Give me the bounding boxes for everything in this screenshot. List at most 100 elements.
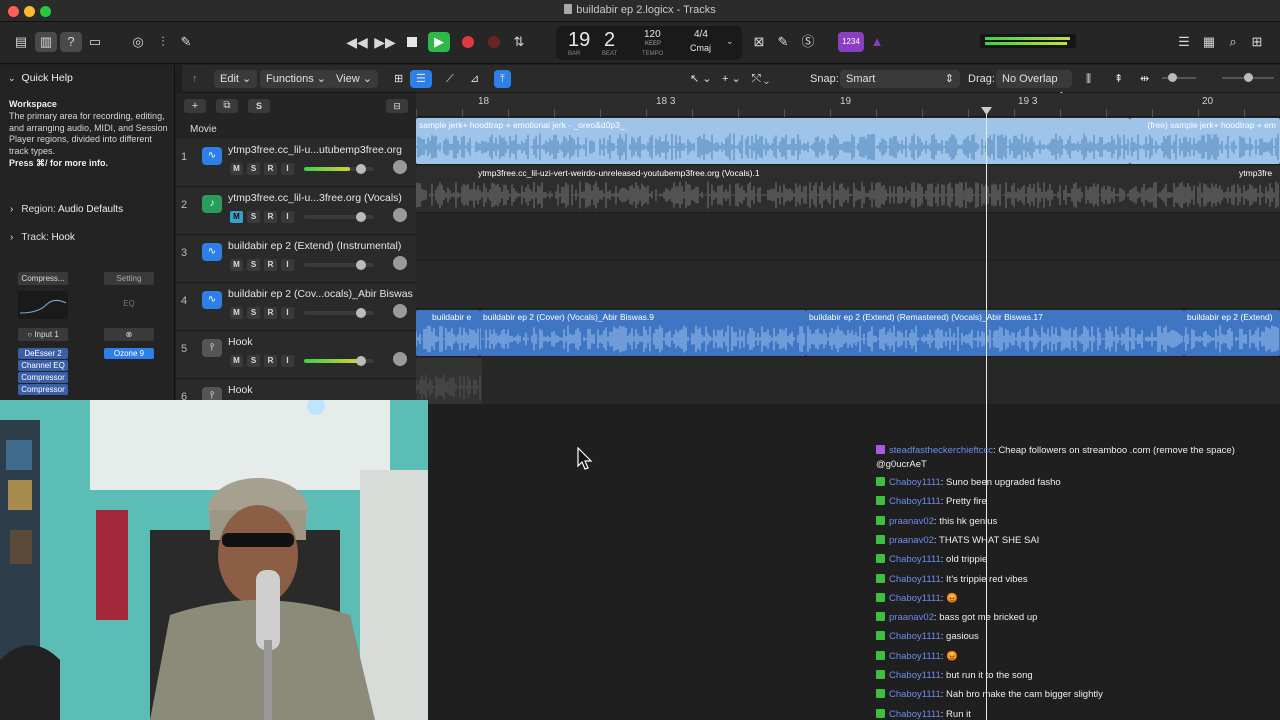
channel-strip-eq[interactable]: EQ: [104, 299, 154, 308]
solo-button[interactable]: S: [247, 259, 260, 271]
view-menu[interactable]: View ⌄: [330, 70, 378, 88]
smart-controls-icon[interactable]: ◎: [127, 32, 149, 52]
rewind-icon[interactable]: ◀◀: [346, 32, 368, 52]
pan-knob[interactable]: [393, 208, 407, 222]
audio-region[interactable]: buildabir ep 2 (Extend) (Remastered) (Vo…: [806, 310, 1184, 356]
play-icon[interactable]: ▶: [428, 32, 450, 52]
record-enable-button[interactable]: R: [264, 163, 277, 175]
tuner-icon[interactable]: ⊠: [748, 32, 770, 52]
link-icon[interactable]: ⊗: [104, 328, 154, 341]
chat-username[interactable]: Chaboy1111: [889, 631, 941, 642]
track-inspector-row[interactable]: › Track: Hook: [10, 232, 75, 243]
solo-button[interactable]: S: [247, 211, 260, 223]
waveform-zoom-icon[interactable]: ⫼: [1080, 70, 1097, 88]
input-monitor-button[interactable]: I: [281, 259, 294, 271]
solo-button[interactable]: S: [247, 307, 260, 319]
channel-strip-setting[interactable]: Setting: [104, 272, 154, 285]
track-header[interactable]: 2 ♪ ytmp3free.cc_lil-u...3free.org (Vocals…: [176, 187, 416, 235]
marquee-tool-icon[interactable]: ⤲ ⌄: [746, 70, 775, 88]
cycle-icon[interactable]: ⇅: [508, 32, 530, 52]
audio-region[interactable]: buildabir ep 2 (Cover) (Vocals)_Abir Bis…: [480, 310, 806, 356]
fader-thumb[interactable]: [356, 308, 366, 318]
list-view-icon[interactable]: ☰: [410, 70, 432, 88]
track-name[interactable]: Hook: [228, 384, 413, 396]
track-header[interactable]: 4 ∿ buildabir ep 2 (Cov...ocals)_Abir Bisw…: [176, 283, 416, 331]
volume-fader[interactable]: [304, 356, 374, 366]
volume-fader[interactable]: [304, 308, 374, 318]
snap-select[interactable]: Smart ⇕: [840, 70, 960, 88]
record-icon[interactable]: [457, 32, 479, 52]
pan-knob[interactable]: [393, 256, 407, 270]
track-name[interactable]: ytmp3free.cc_lil-u...3free.org (Vocals): [228, 192, 413, 204]
list-editors-icon[interactable]: ☰: [1173, 32, 1195, 52]
volume-fader[interactable]: [304, 164, 374, 174]
library-icon[interactable]: ▤: [10, 32, 32, 52]
chat-username[interactable]: praanav02: [889, 516, 934, 527]
pan-knob[interactable]: [393, 352, 407, 366]
waveform-icon[interactable]: ∿: [202, 147, 222, 165]
plugin-slot[interactable]: Compressor: [18, 372, 68, 383]
input-monitor-button[interactable]: I: [281, 355, 294, 367]
back-arrow-icon[interactable]: ↑: [186, 70, 204, 88]
fader-thumb[interactable]: [356, 356, 366, 366]
track-name[interactable]: Hook: [228, 336, 413, 348]
chat-username[interactable]: praanav02: [889, 612, 934, 623]
fader-thumb[interactable]: [356, 260, 366, 270]
track-lane[interactable]: [416, 213, 1280, 261]
arrange-area[interactable]: 18 18 3 19 19 3 20 sample jerk+ hoodtrap + e…: [416, 93, 1280, 405]
pan-knob[interactable]: [393, 160, 407, 174]
timeline-ruler[interactable]: 18 18 3 19 19 3 20: [416, 93, 1280, 117]
chat-username[interactable]: steadfastheckerchieftccc: [889, 445, 993, 456]
region-inspector-row[interactable]: › Region: Audio Defaults: [10, 204, 123, 215]
pencil-icon[interactable]: ✎: [772, 32, 794, 52]
mute-button[interactable]: M: [230, 211, 243, 223]
track-lane[interactable]: ytmp3free.cc_lil-uzi-vert-weirdo-unrelea…: [416, 165, 1280, 213]
vertical-zoom-icon[interactable]: ⇞: [1108, 70, 1129, 88]
volume-fader[interactable]: [304, 212, 374, 222]
input-monitor-button[interactable]: I: [281, 307, 294, 319]
chat-username[interactable]: praanav02: [889, 535, 934, 546]
new-track-button[interactable]: +: [184, 99, 206, 113]
input-button[interactable]: ○ Input 1: [18, 328, 68, 341]
chat-username[interactable]: Chaboy1111: [889, 574, 941, 585]
browser-icon[interactable]: ⊞: [1246, 32, 1268, 52]
track-name[interactable]: ytmp3free.cc_lil-u...utubemp3free.org: [228, 144, 413, 156]
track-lane[interactable]: [416, 261, 1280, 309]
duplicate-track-icon[interactable]: ⧉: [216, 99, 238, 113]
fader-thumb[interactable]: [356, 164, 366, 174]
chat-username[interactable]: Chaboy1111: [889, 593, 941, 604]
audio-region[interactable]: sample jerk+ hoodtrap + emotional jerk -…: [416, 118, 1130, 164]
track-lane[interactable]: buildabir e buildabir ep 2 (Cover) (Vocal…: [416, 309, 1280, 357]
microphone-icon[interactable]: ⫯: [202, 339, 222, 357]
mute-button[interactable]: M: [230, 355, 243, 367]
stop-icon[interactable]: [401, 32, 423, 52]
solo-button[interactable]: S: [247, 163, 260, 175]
plugin-slot[interactable]: Compressor: [18, 384, 68, 395]
record-enable-button[interactable]: R: [264, 259, 277, 271]
audio-region[interactable]: [416, 358, 482, 404]
grid-view-icon[interactable]: ⊞: [388, 70, 409, 88]
fader-thumb[interactable]: [356, 212, 366, 222]
replace-record-icon[interactable]: [483, 32, 505, 52]
chat-username[interactable]: Chaboy1111: [889, 689, 941, 700]
mute-button[interactable]: M: [230, 259, 243, 271]
record-enable-button[interactable]: R: [264, 307, 277, 319]
mute-button[interactable]: M: [230, 163, 243, 175]
track-header[interactable]: 1 ∿ ytmp3free.cc_lil-u...utubemp3free.org M…: [176, 139, 416, 187]
input-monitor-button[interactable]: I: [281, 211, 294, 223]
metronome-icon[interactable]: ▲: [866, 32, 888, 52]
guitar-icon[interactable]: ♪: [202, 195, 222, 213]
audio-region[interactable]: (free) sample jerk+ hoodtrap + em: [1130, 118, 1280, 164]
catch-icon[interactable]: ⤒: [494, 70, 511, 88]
track-name[interactable]: buildabir ep 2 (Cov...ocals)_Abir Biswas: [228, 288, 413, 300]
editors-icon[interactable]: ✎: [175, 32, 197, 52]
mixer-icon[interactable]: ⫶: [152, 32, 174, 52]
horizontal-zoom-icon[interactable]: ⇹: [1134, 70, 1155, 88]
waveform-icon[interactable]: ∿: [202, 291, 222, 309]
quick-help-icon[interactable]: ?: [60, 32, 82, 52]
toolbar-icon[interactable]: ▭: [84, 32, 106, 52]
plugin-slot-ozone[interactable]: Ozone 9: [104, 348, 154, 359]
chat-username[interactable]: Chaboy1111: [889, 496, 941, 507]
count-in-button[interactable]: 1234: [838, 32, 864, 52]
automation-icon[interactable]: ⟋: [440, 70, 460, 88]
